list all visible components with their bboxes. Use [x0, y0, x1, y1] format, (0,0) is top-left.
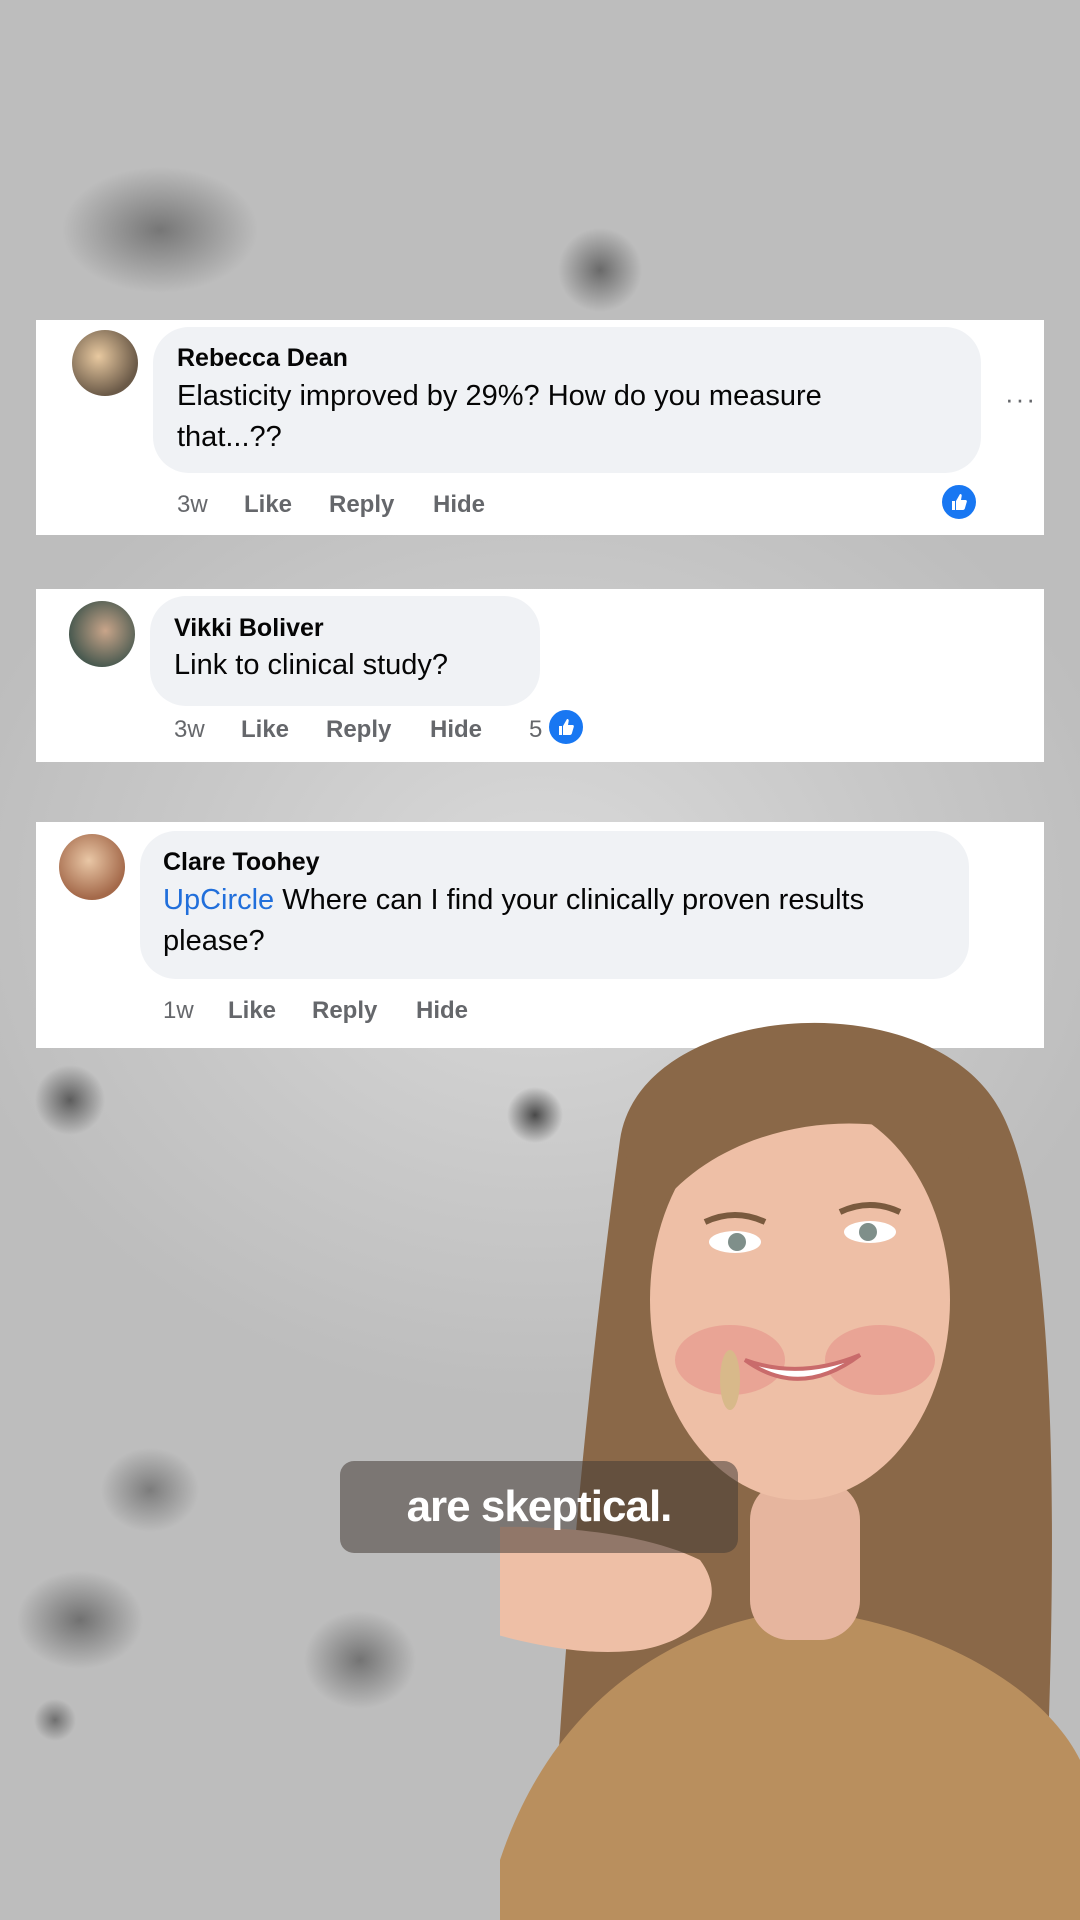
comment-text-line2: that...??: [177, 421, 282, 453]
reply-button[interactable]: Reply: [329, 491, 394, 519]
comment-time[interactable]: 3w: [174, 716, 205, 744]
like-button[interactable]: Like: [244, 491, 292, 519]
presenter-image: [500, 1022, 1080, 1920]
reply-button[interactable]: Reply: [326, 716, 391, 744]
comment-time[interactable]: 3w: [177, 491, 208, 519]
comment-card-rebecca: Rebecca Dean Elasticity improved by 29%?…: [36, 320, 1044, 535]
comment-text: Where can I find your clinically proven …: [274, 884, 865, 916]
comment-text-line1: Elasticity improved by 29%? How do you m…: [177, 380, 822, 412]
hide-button[interactable]: Hide: [433, 491, 485, 519]
like-button[interactable]: Like: [228, 997, 276, 1025]
comment-author[interactable]: Vikki Boliver: [174, 614, 324, 643]
comment-text-line2: please?: [163, 925, 265, 957]
like-button[interactable]: Like: [241, 716, 289, 744]
video-caption: are skeptical.: [340, 1461, 738, 1553]
mention-link[interactable]: UpCircle: [163, 884, 274, 916]
comment-author[interactable]: Rebecca Dean: [177, 344, 348, 373]
reaction-count[interactable]: 5: [529, 716, 542, 744]
hide-button[interactable]: Hide: [430, 716, 482, 744]
avatar[interactable]: [59, 834, 125, 900]
like-reaction-icon[interactable]: [940, 483, 978, 521]
more-options-icon[interactable]: ···: [1005, 384, 1037, 415]
like-reaction-icon[interactable]: [547, 708, 585, 746]
comment-text-line1: Link to clinical study?: [174, 649, 449, 681]
comment-time[interactable]: 1w: [163, 997, 194, 1025]
comment-text-line1: UpCircle Where can I find your clinicall…: [163, 880, 864, 921]
avatar[interactable]: [69, 601, 135, 667]
hide-button[interactable]: Hide: [416, 997, 468, 1025]
reply-button[interactable]: Reply: [312, 997, 377, 1025]
comment-author[interactable]: Clare Toohey: [163, 848, 320, 877]
comment-card-vikki: Vikki Boliver Link to clinical study? 3w…: [36, 589, 1044, 762]
avatar[interactable]: [72, 330, 138, 396]
